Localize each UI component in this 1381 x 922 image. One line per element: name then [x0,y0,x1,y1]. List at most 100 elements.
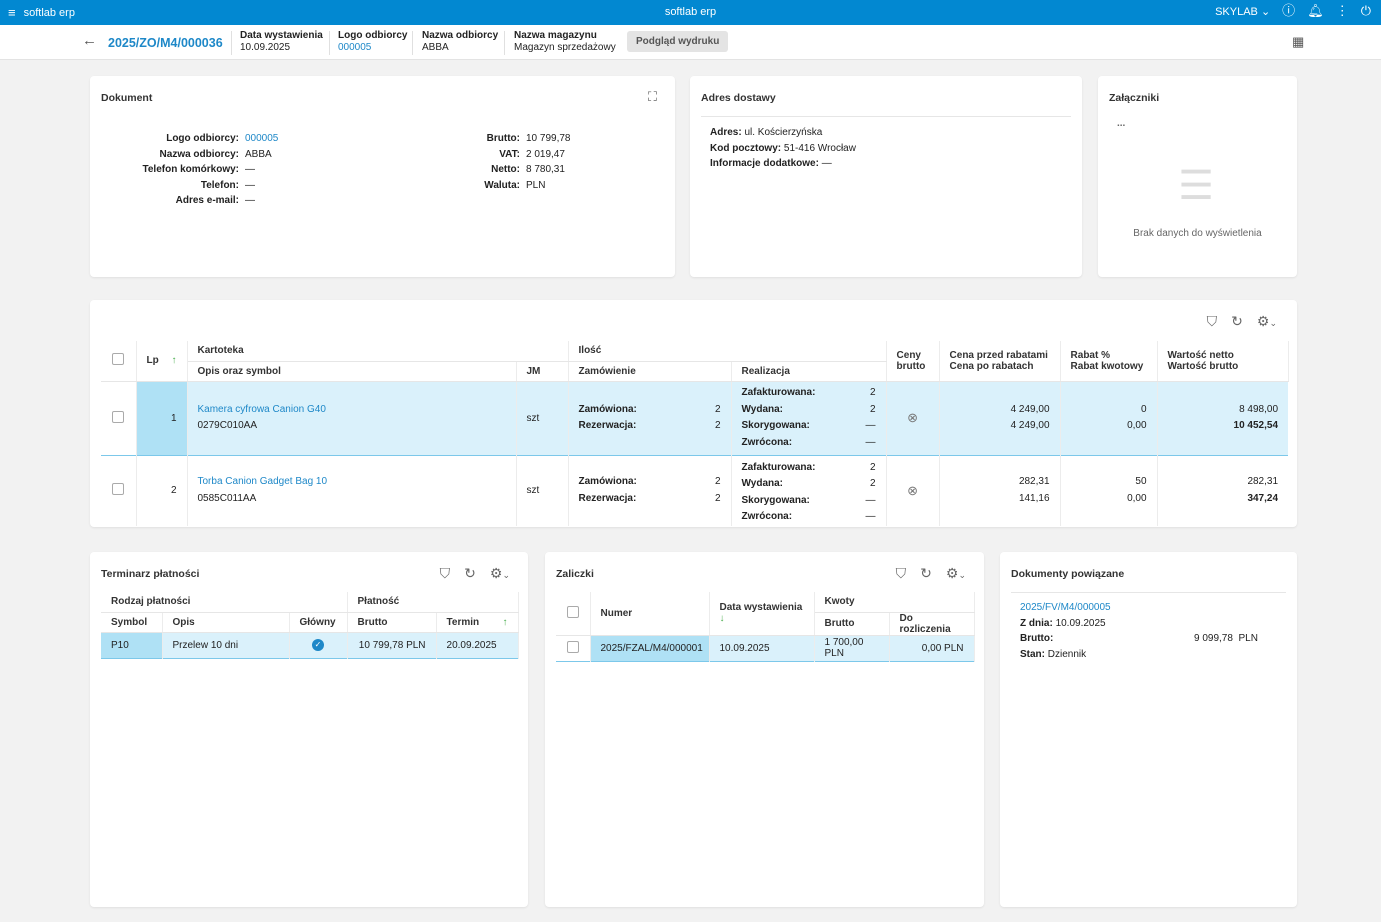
column-group-kwoty: Kwoty [814,592,975,613]
row-checkbox[interactable] [566,640,579,653]
item-row[interactable]: 2 Torba Canion Gadget Bag 10 0585C011AA s… [101,455,1288,526]
window-title: softlab erp [664,6,717,18]
document-number: 2025/ZO/M4/000036 [108,36,223,50]
column-cena[interactable]: Cena przed rabatami Cena po rabatach [939,341,1061,382]
amounts-info: Brutto: 10 799,78 VAT: 2 019,47 Netto: 8 78… [484,133,571,191]
settings-icon[interactable]: ⚙⌄ [946,565,966,582]
column-ceny-brutto[interactable]: Ceny brutto [886,341,940,382]
card-title: Adres dostawy [701,92,776,104]
items-table: Lp ↑ Kartoteka Ilość Ceny brutto Cena prze… [101,341,1289,526]
chevron-down-icon: ⌄ [1260,5,1271,18]
column-numer[interactable]: Numer [590,592,710,636]
attachments-menu-button[interactable]: ... [1117,118,1125,129]
power-icon[interactable]: ⏻ [1361,4,1371,18]
header-field-customer-name: Nazwa odbiorcy ABBA [422,30,499,53]
layout-grid-icon[interactable]: ▦ [1292,35,1304,49]
payment-schedule-card: Terminarz płatności ⛉ ↻ ⚙⌄ Rodzaj płatno… [90,552,528,907]
gross-price-off-icon: ⊗ [886,455,940,526]
settings-icon[interactable]: ⚙⌄ [490,565,510,582]
back-arrow-icon[interactable]: ← [82,33,97,48]
payment-table: Rodzaj płatności Płatność Symbol Opis Główn… [101,592,519,659]
sort-asc-icon: ↑ [502,616,508,628]
document-header: ← 2025/ZO/M4/000036 Data wystawienia 10.0… [0,25,1381,60]
settings-icon[interactable]: ⚙⌄ [1257,313,1277,330]
column-brutto[interactable]: Brutto [814,612,890,636]
help-icon[interactable]: ⓘ [1282,4,1295,18]
product-symbol: 0585C011AA [197,492,257,504]
gross-price-off-icon: ⊗ [886,381,940,455]
top-bar: ≡ softlab erp softlab erp SKYLAB ⌄ ⓘ 🔔︎ ⋮… [0,0,1381,25]
header-field-warehouse: Nazwa magazynu Magazyn sprzedażowy [514,30,616,53]
card-title: Dokumenty powiązane [1011,568,1125,580]
filter-icon[interactable]: ⛉ [1207,313,1218,330]
column-wartosc[interactable]: Wartość netto Wartość brutto [1157,341,1289,382]
refresh-icon[interactable]: ↻ [920,565,932,582]
empty-list-icon: ☰ [1178,164,1214,208]
select-all-checkbox[interactable] [566,605,579,618]
filter-icon[interactable]: ⛉ [440,565,451,582]
advance-row[interactable]: 2025/FZAL/M4/000001 10.09.2025 1 700,00 PL… [556,635,975,661]
card-title: Dokument [101,92,153,104]
refresh-icon[interactable]: ↻ [1231,313,1243,330]
card-title: Załączniki [1109,92,1160,104]
select-all-checkbox[interactable] [112,353,125,366]
header-field-date: Data wystawienia 10.09.2025 [240,30,323,53]
row-checkbox[interactable] [112,483,125,495]
refresh-icon[interactable]: ↻ [464,565,476,582]
card-title: Terminarz płatności [101,568,200,580]
item-row[interactable]: 1 Kamera cyfrowa Canion G40 0279C010AA sz… [101,381,1289,455]
advances-card: Zaliczki ⛉ ↻ ⚙⌄ Numer Data wystawienia ↓ K… [545,552,984,907]
column-opis[interactable]: Opis oraz symbol [187,361,517,382]
sort-asc-icon: ↑ [171,355,177,367]
unit: szt [516,381,569,455]
related-document: 2025/FV/M4/000005 Z dnia: 10.09.2025 Bru… [1020,600,1280,662]
column-brutto[interactable]: Brutto [347,612,437,633]
sort-desc-icon: ↓ [719,613,725,625]
product-link[interactable]: Torba Canion Gadget Bag 10 [198,474,506,491]
column-zamowienie[interactable]: Zamówienie [568,361,732,382]
column-group-kartoteka: Kartoteka [187,341,569,362]
column-rabat[interactable]: Rabat % Rabat kwotowy [1060,341,1158,382]
document-card: Dokument ⛶ Logo odbiorcy: 000005 Nazwa od… [90,76,675,277]
product-link[interactable]: Kamera cyfrowa Canion G40 [198,402,506,419]
related-document-link[interactable]: 2025/FV/M4/000005 [1020,600,1280,616]
unit: szt [516,455,569,526]
more-vertical-icon[interactable]: ⋮ [1336,4,1349,18]
header-field-customer-code: Logo odbiorcy 000005 [338,30,408,53]
user-menu[interactable]: SKYLAB ⌄ [1215,5,1270,18]
user-name: SKYLAB [1215,5,1258,18]
column-realizacja[interactable]: Realizacja [731,361,887,382]
menu-icon[interactable]: ≡ [8,6,16,20]
empty-message: Brak danych do wyświetlenia [1133,228,1262,239]
column-jm[interactable]: JM [516,361,569,382]
payment-row[interactable]: P10 Przelew 10 dni ✓ 10 799,78 PLN 20.09.2… [101,632,519,658]
app-name: softlab erp [23,7,75,19]
card-title: Zaliczki [556,568,594,580]
delivery-address-card: Adres dostawy Adres: ul. Kościerzyńska K… [690,76,1082,277]
advances-table: Numer Data wystawienia ↓ Kwoty Brutto Do ro… [556,592,975,662]
fullscreen-icon[interactable]: ⛶ [648,90,657,104]
column-group-platnosc: Płatność [347,592,519,613]
column-do-rozliczenia[interactable]: Do rozliczenia [889,612,975,636]
row-number: 2 [136,455,188,526]
column-termin[interactable]: Termin ↑ [436,612,519,633]
customer-code-link[interactable]: 000005 [338,42,371,53]
items-card: ⛉ ↻ ⚙⌄ Lp ↑ Kartoteka Ilość Ceny brutto Ce… [90,300,1297,527]
customer-info: Logo odbiorcy: 000005 Nazwa odbiorcy: ABBA… [142,131,279,206]
row-checkbox[interactable] [112,410,125,423]
column-group-ilosc: Ilość [568,341,887,362]
print-preview-button[interactable]: Podgląd wydruku [627,31,729,52]
column-lp[interactable]: Lp ↑ [136,341,188,382]
related-documents-card: Dokumenty powiązane 2025/FV/M4/000005 Z … [1000,552,1297,907]
column-opis[interactable]: Opis [162,612,290,633]
customer-code-link[interactable]: 000005 [245,131,278,147]
column-glowny[interactable]: Główny [289,612,348,633]
product-symbol: 0279C010AA [197,420,258,431]
column-symbol[interactable]: Symbol [101,612,163,633]
check-circle-icon: ✓ [312,639,324,651]
column-data[interactable]: Data wystawienia ↓ [709,592,815,636]
column-group-rodzaj: Rodzaj płatności [101,592,348,613]
row-number: 1 [136,381,188,455]
filter-icon[interactable]: ⛉ [896,565,907,582]
bell-icon[interactable]: 🔔︎ [1307,4,1324,18]
